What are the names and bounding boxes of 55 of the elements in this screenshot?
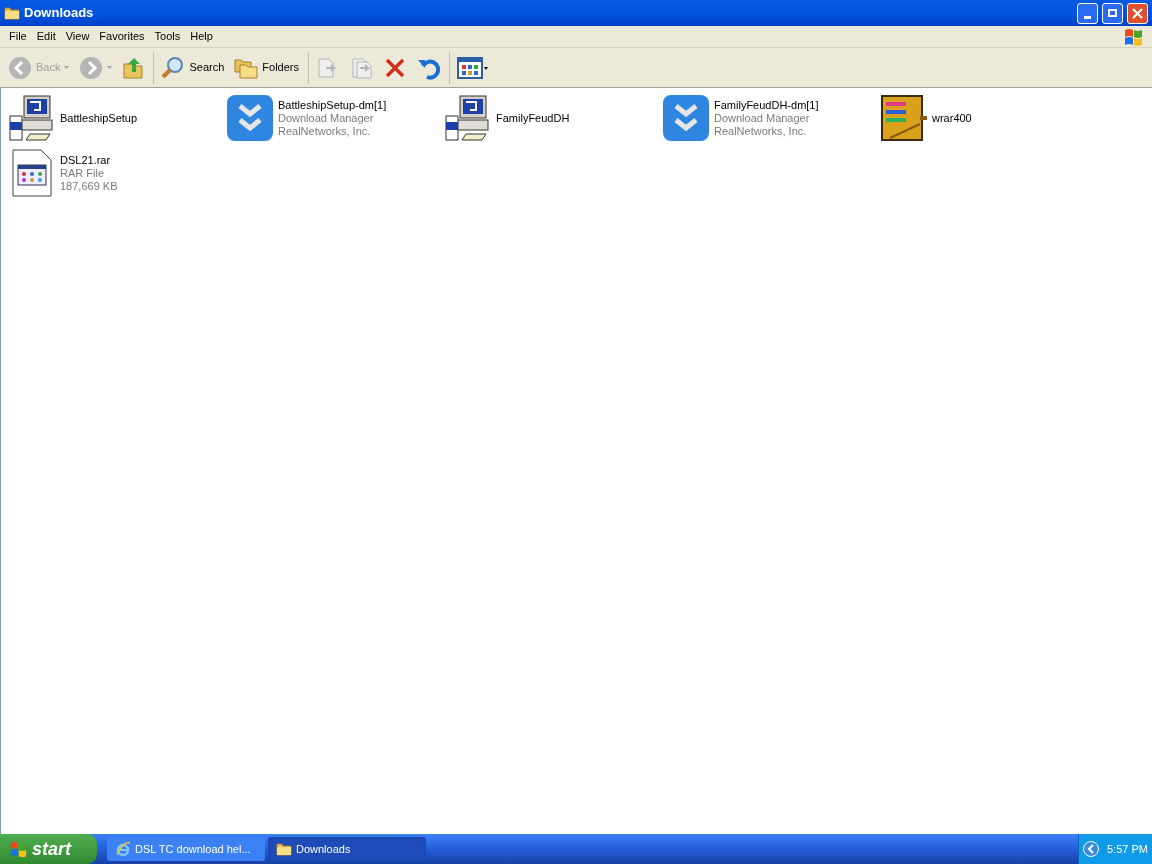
download-entry[interactable]: DSL21.rar RAR File 187,669 KB [7,148,225,198]
start-button[interactable]: start [0,834,97,864]
views-icon [457,56,489,79]
archive-books-icon [880,94,928,142]
taskbar-button[interactable]: DSL TC download hel... [107,837,265,861]
document-icon [12,149,52,197]
restore-button[interactable] [1102,2,1123,24]
folder-up-icon [122,55,145,80]
download-entry[interactable]: wrar400 [879,93,1097,143]
file-detail: 187,669 KB [60,179,118,193]
menu-item[interactable]: Tools [149,28,186,45]
folders-icon [234,56,259,79]
download-entry[interactable]: BattleshipSetup-dm[1] Download Manager RealNetworks, Inc. [225,93,443,143]
file-name: BattleshipSetup [60,111,138,125]
menu-item[interactable]: Favorites [94,28,150,45]
computer-setup-icon [444,94,492,142]
copy-to-icon [350,55,374,80]
file-name: DSL21.rar [60,153,112,167]
menu-item[interactable]: File [4,28,32,45]
windows-logo-icon [1122,26,1144,47]
search-button[interactable]: Search [157,50,229,85]
file-name: FamilyFeudDH-dm[1] [714,98,819,112]
download-entry[interactable]: BattleshipSetup [7,93,225,143]
file-name: BattleshipSetup-dm[1] [278,98,387,112]
windows-flag-icon [8,840,28,858]
download-entry[interactable]: FamilyFeudDH-dm[1] Download Manager RealNetworks, Inc. [661,93,879,143]
dropdown-caret-icon [64,66,70,69]
window-title: Downloads [24,4,95,23]
file-detail: RealNetworks, Inc. [714,124,808,138]
expand-tray-icon[interactable] [1083,841,1099,857]
close-button[interactable] [1127,2,1148,24]
file-detail: RAR File [60,166,105,180]
download-chevron-icon [226,94,274,142]
file-detail: RealNetworks, Inc. [278,124,372,138]
menu-item[interactable]: View [60,28,95,45]
file-detail: Download Manager [278,111,375,125]
download-entry[interactable]: FamilyFeudDH [443,93,661,143]
browser-e-icon [115,841,131,857]
taskbar-button[interactable]: Downloads [268,837,426,861]
search-icon [161,55,186,80]
menu-item[interactable]: Edit [31,28,61,45]
file-detail: Download Manager [714,111,811,125]
menu-item[interactable]: Help [185,28,218,45]
minimize-button[interactable] [1077,2,1098,24]
dropdown-caret-icon [107,66,113,69]
file-name: FamilyFeudDH [496,111,570,125]
clock: 5:57 PM [1107,841,1148,857]
folders-button[interactable]: Folders [230,50,303,85]
computer-setup-icon [8,94,56,142]
close-icon [1132,7,1143,19]
file-name: wrar400 [932,111,972,125]
folder-icon [276,841,292,857]
download-chevron-icon [662,94,710,142]
folder-icon [4,5,20,21]
delete-icon [384,56,406,79]
